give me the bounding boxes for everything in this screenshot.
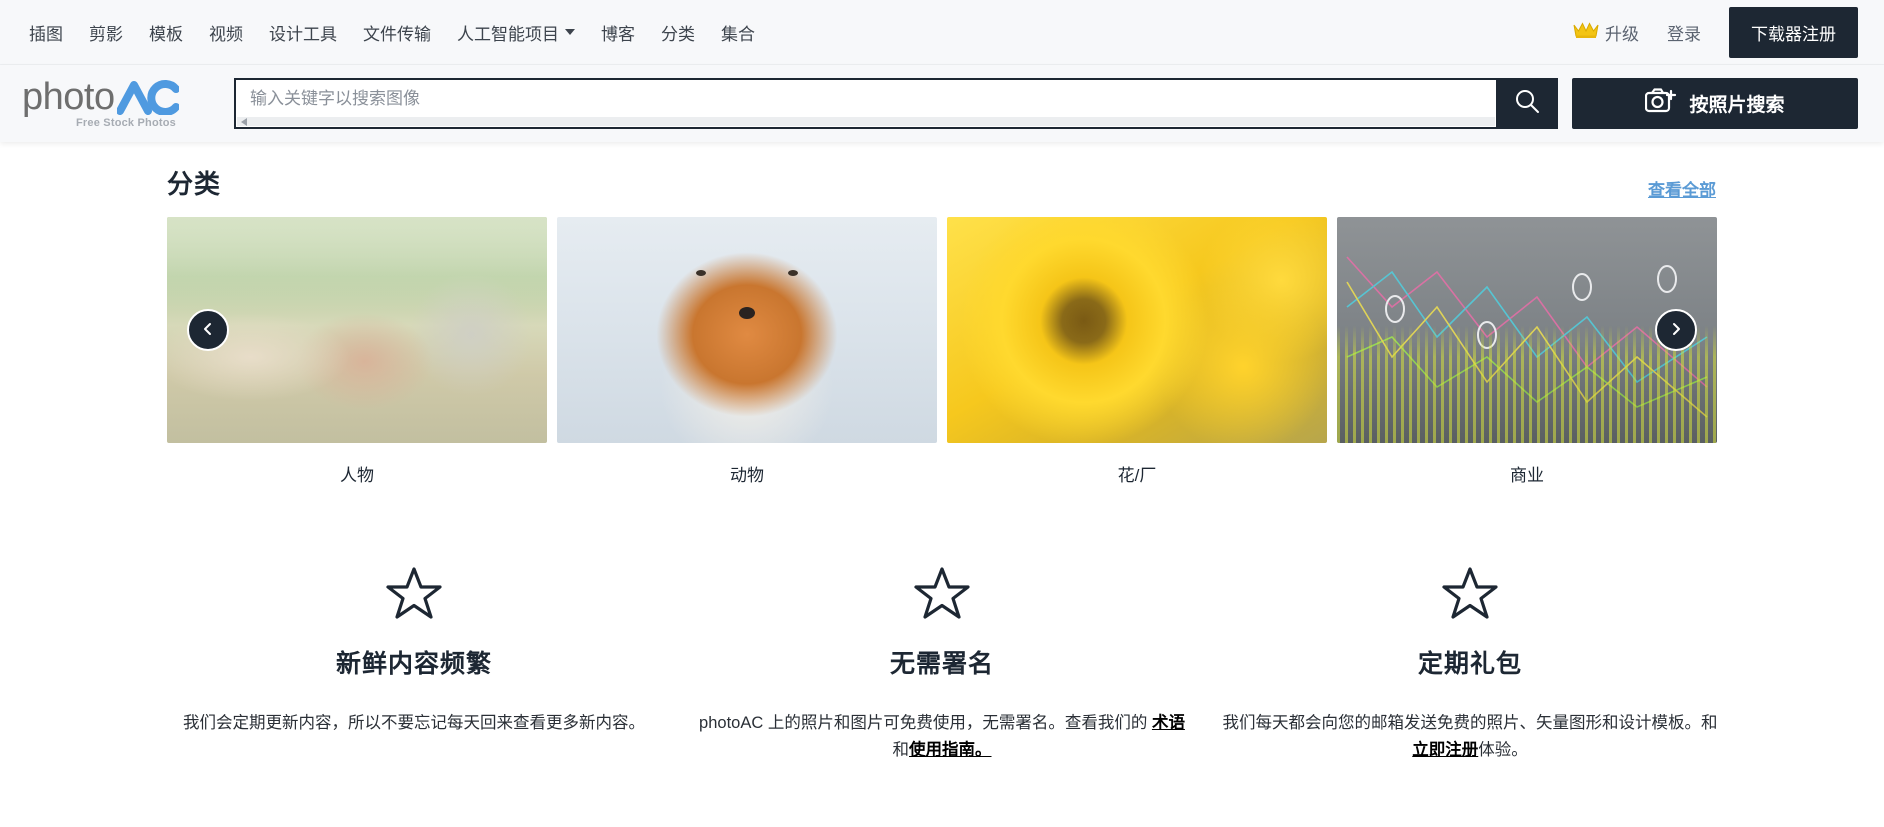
categories-carousel: 人物 动物 花/厂 商业 (167, 217, 1717, 486)
feature-desc-text: 我们每天都会向您的邮箱发送免费的照片、矢量图形和设计模板。和 (1222, 714, 1718, 732)
feature-title: 定期礼包 (1417, 650, 1522, 678)
register-now-link[interactable]: 立即注册 (1412, 741, 1478, 759)
search-field-group (234, 78, 1558, 129)
category-thumbnail-animals (557, 217, 937, 443)
nav-label: 博客 (601, 24, 635, 44)
logo-wordmark: photo (22, 78, 179, 116)
nav-label: 文件传输 (363, 24, 431, 44)
star-icon (694, 566, 1190, 622)
search-bar: photo Free Stock Photos 输入关键字以搜索图像 按照片搜索 (0, 65, 1884, 142)
nav-item-categories[interactable]: 分类 (648, 14, 708, 51)
category-card-people[interactable]: 人物 (167, 217, 547, 486)
feature-description: 我们每天都会向您的邮箱发送免费的照片、矢量图形和设计模板。和立即注册体验。 (1222, 710, 1718, 764)
nav-item-blog[interactable]: 博客 (588, 14, 648, 51)
feature-desc-text: photoAC 上的照片和图片可免费使用，无需署名。查看我们的 (699, 714, 1152, 732)
category-label: 商业 (1510, 466, 1544, 485)
feature-desc-conjunction: 和 (892, 741, 910, 760)
chevron-right-icon (1669, 318, 1683, 342)
nav-label: 集合 (721, 24, 755, 44)
nav-label: 设计工具 (269, 24, 337, 44)
star-icon (1222, 566, 1718, 622)
nav-item-collections[interactable]: 集合 (708, 14, 768, 51)
chevron-left-icon (201, 318, 215, 342)
feature-desc-suffix: 体验。 (1478, 741, 1528, 760)
nav-item-illustration[interactable]: 插图 (16, 14, 76, 51)
nav-label: 视频 (209, 24, 243, 44)
nav-item-ai-projects[interactable]: 人工智能项目 (444, 14, 588, 51)
upgrade-button[interactable]: 升级 (1559, 14, 1653, 51)
category-card-business[interactable]: 商业 (1337, 217, 1717, 486)
search-submit-button[interactable] (1496, 78, 1558, 129)
feature-title: 新鲜内容频繁 (335, 650, 492, 678)
terms-link[interactable]: 术语 (1152, 714, 1185, 732)
category-thumbnail-flowers (947, 217, 1327, 443)
feature-desc-text: 我们会定期更新内容，所以不要忘记每天回来查看更多新内容。 (183, 714, 645, 732)
category-label: 人物 (340, 466, 374, 485)
nav-item-template[interactable]: 模板 (136, 14, 196, 51)
camera-plus-icon (1645, 87, 1677, 120)
category-card-flowers[interactable]: 花/厂 (947, 217, 1327, 486)
categories-title: 分类 (167, 169, 222, 199)
star-icon (166, 566, 662, 622)
feature-regular-gifts: 定期礼包 我们每天都会向您的邮箱发送免费的照片、矢量图形和设计模板。和立即注册体… (1206, 566, 1734, 764)
nav-item-design-tools[interactable]: 设计工具 (256, 14, 350, 51)
nav-item-silhouette[interactable]: 剪影 (76, 14, 136, 51)
feature-title: 无需署名 (889, 650, 994, 678)
carousel-prev-button[interactable] (187, 309, 229, 351)
crown-icon (1573, 21, 1599, 44)
top-nav-links: 插图 剪影 模板 视频 设计工具 文件传输 人工智能项目 博客 分类 集合 (16, 14, 768, 51)
logo-text-photo: photo (22, 76, 115, 118)
features-section: 新鲜内容频繁 我们会定期更新内容，所以不要忘记每天回来查看更多新内容。 无需署名… (150, 566, 1734, 764)
logo-tagline: Free Stock Photos (76, 117, 176, 129)
feature-description: 我们会定期更新内容，所以不要忘记每天回来查看更多新内容。 (166, 710, 662, 737)
categories-view-all-link[interactable]: 查看全部 (1648, 176, 1716, 201)
carousel-next-button[interactable] (1655, 309, 1697, 351)
nav-label: 模板 (149, 24, 183, 44)
category-label: 花/厂 (1117, 466, 1157, 485)
photo-search-label: 按照片搜索 (1689, 95, 1785, 116)
nav-label: 剪影 (89, 24, 123, 44)
search-input-container (234, 78, 1496, 129)
chevron-down-icon (565, 29, 575, 35)
category-card-animals[interactable]: 动物 (557, 217, 937, 486)
site-logo[interactable]: photo Free Stock Photos (18, 78, 214, 129)
usage-guide-link[interactable]: 使用指南。 (909, 741, 992, 759)
login-button[interactable]: 登录 (1653, 14, 1715, 51)
top-navigation-bar: 插图 剪影 模板 视频 设计工具 文件传输 人工智能项目 博客 分类 集合 升级… (0, 0, 1884, 65)
feature-description: photoAC 上的照片和图片可免费使用，无需署名。查看我们的 术语和使用指南。 (694, 710, 1190, 764)
login-label: 登录 (1667, 24, 1701, 44)
search-input[interactable] (236, 80, 1496, 118)
nav-item-video[interactable]: 视频 (196, 14, 256, 51)
nav-label: 人工智能项目 (457, 24, 559, 44)
categories-header: 分类 查看全部 (167, 164, 1716, 201)
search-suggestion-scrollbar[interactable] (237, 117, 1495, 126)
upgrade-label: 升级 (1605, 24, 1639, 44)
top-nav-account-area: 升级 登录 下载器注册 (1559, 6, 1858, 58)
feature-fresh-content: 新鲜内容频繁 我们会定期更新内容，所以不要忘记每天回来查看更多新内容。 (150, 566, 678, 764)
register-label: 下载器注册 (1751, 24, 1836, 44)
logo-text-ac (116, 79, 179, 115)
category-label: 动物 (730, 466, 764, 485)
feature-no-attribution: 无需署名 photoAC 上的照片和图片可免费使用，无需署名。查看我们的 术语和… (678, 566, 1206, 764)
downloader-register-button[interactable]: 下载器注册 (1729, 6, 1858, 58)
nav-label: 插图 (29, 24, 63, 44)
nav-item-file-transfer[interactable]: 文件传输 (350, 14, 444, 51)
search-icon (1514, 88, 1540, 119)
photo-search-button[interactable]: 按照片搜索 (1572, 78, 1858, 129)
nav-label: 分类 (661, 24, 695, 44)
main-content: 分类 查看全部 人物 动物 花/厂 商业 新鲜内容频繁 我们会定期更新内容，所以… (0, 164, 1884, 764)
